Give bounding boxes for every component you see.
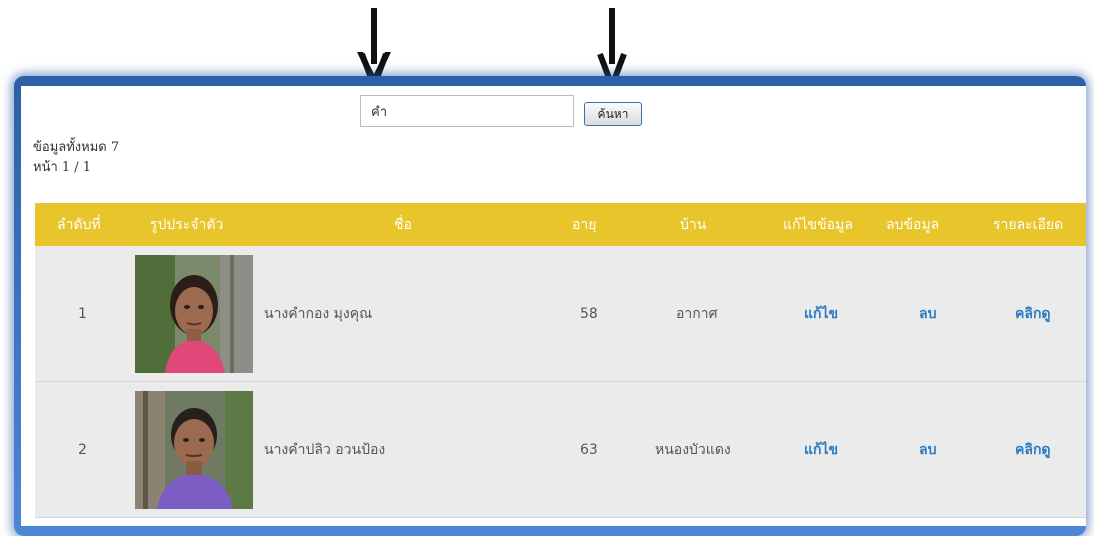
person-name: นางคำกอง มุงคุณ bbox=[264, 305, 373, 322]
person-name: นางคำปลิว อวนป้อง bbox=[264, 441, 386, 458]
col-header-detail: รายละเอียด bbox=[993, 216, 1064, 233]
col-header-delete: ลบข้อมูล bbox=[886, 216, 940, 233]
avatar bbox=[135, 255, 253, 373]
table-row: 1 นางคำกอง มุงคุณ 58 อากาศ แก้ไข ลบ คลิก… bbox=[35, 246, 1086, 382]
detail-link[interactable]: คลิกดู bbox=[1015, 303, 1051, 325]
delete-link[interactable]: ลบ bbox=[919, 439, 936, 461]
col-header-village: บ้าน bbox=[680, 216, 707, 233]
content-panel: ค้นหา ข้อมูลทั้งหมด 7 หน้า 1 / 1 ลำดับที… bbox=[21, 86, 1086, 526]
edit-link[interactable]: แก้ไข bbox=[804, 439, 838, 461]
row-number: 2 bbox=[78, 441, 87, 458]
col-header-photo: รูปประจำตัว bbox=[150, 216, 224, 233]
search-button[interactable]: ค้นหา bbox=[584, 102, 642, 126]
total-records-text: ข้อมูลทั้งหมด 7 bbox=[33, 140, 120, 155]
detail-link[interactable]: คลิกดู bbox=[1015, 439, 1051, 461]
person-village: อากาศ bbox=[676, 305, 718, 322]
edit-link[interactable]: แก้ไข bbox=[804, 303, 838, 325]
table-header: ลำดับที่ รูปประจำตัว ชื่อ อายุ บ้าน แก้ไ… bbox=[35, 203, 1086, 246]
avatar bbox=[135, 391, 253, 509]
delete-link[interactable]: ลบ bbox=[919, 303, 936, 325]
col-header-name: ชื่อ bbox=[394, 216, 412, 233]
person-village: หนองบัวแดง bbox=[655, 441, 731, 458]
row-number: 1 bbox=[78, 305, 87, 322]
col-header-age: อายุ bbox=[572, 216, 597, 233]
col-header-edit: แก้ไขข้อมูล bbox=[783, 216, 853, 233]
page-indicator: หน้า 1 / 1 bbox=[33, 160, 92, 175]
table-row: 2 นางคำปลิว อวนป้อง 63 หนองบัวแดง แก้ไข … bbox=[35, 382, 1086, 518]
person-age: 63 bbox=[580, 441, 598, 458]
person-age: 58 bbox=[580, 305, 598, 322]
search-input[interactable] bbox=[360, 95, 574, 127]
col-header-no: ลำดับที่ bbox=[57, 216, 101, 233]
